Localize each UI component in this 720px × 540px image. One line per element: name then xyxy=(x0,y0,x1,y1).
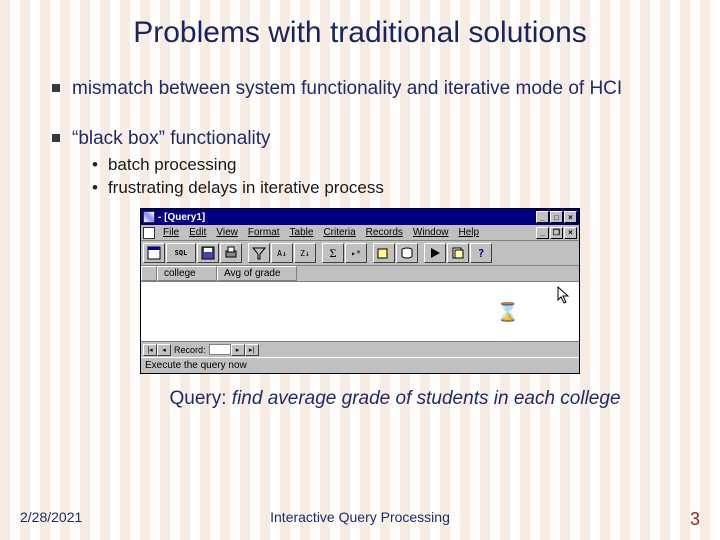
menu-criteria[interactable]: Criteria xyxy=(318,227,360,238)
view-button[interactable] xyxy=(143,243,165,263)
toolbar: SQL A↓ Z↓ Σ ▸* ✨ ? xyxy=(141,241,579,266)
menu-file[interactable]: File xyxy=(158,227,184,238)
save-button[interactable] xyxy=(197,243,219,263)
query-caption: Query: find average grade of students in… xyxy=(0,388,720,410)
bullet-1: mismatch between system functionality an… xyxy=(52,76,684,102)
sub-bullet-1: batch processing xyxy=(108,155,237,175)
sub-bullets: • batch processing • frustrating delays in… xyxy=(52,155,684,198)
query-label: Query: xyxy=(169,388,231,409)
svg-text:✨: ✨ xyxy=(387,246,391,254)
result-grid[interactable]: ⌛ xyxy=(141,282,579,342)
run-button[interactable] xyxy=(424,243,446,263)
footer-title: Interactive Query Processing xyxy=(270,509,450,525)
menu-records[interactable]: Records xyxy=(361,227,408,238)
footer-date: 2/28/2021 xyxy=(20,509,82,530)
new-record-button[interactable]: ▸* xyxy=(345,243,367,263)
cue-cards-button[interactable] xyxy=(447,243,469,263)
nav-prev-button[interactable]: ◂ xyxy=(157,344,171,356)
column-college[interactable]: college xyxy=(157,266,217,281)
record-navigator: |◂ ◂ Record: ▸ ▸| xyxy=(141,342,579,357)
sql-button[interactable]: SQL xyxy=(166,243,196,263)
filter-button[interactable] xyxy=(248,243,270,263)
mdi-restore-button[interactable]: ❐ xyxy=(550,227,563,239)
sub-bullet-2: frustrating delays in iterative process xyxy=(108,178,384,198)
document-icon xyxy=(143,227,155,239)
bullet-square-icon xyxy=(52,84,60,92)
slide-title: Problems with traditional solutions xyxy=(0,0,720,50)
footer-page-number: 3 xyxy=(690,509,700,530)
sort-desc-button[interactable]: Z↓ xyxy=(294,243,316,263)
database-button[interactable] xyxy=(396,243,418,263)
bullet-dot-icon: • xyxy=(92,155,98,175)
hourglass-icon: ⌛ xyxy=(497,302,519,323)
slide-footer: 2/28/2021 Interactive Query Processing 3 xyxy=(0,509,720,530)
row-selector-corner[interactable] xyxy=(141,266,157,281)
mdi-close-button[interactable]: × xyxy=(564,227,577,239)
new-query-button[interactable]: ✨ xyxy=(373,243,395,263)
menu-table[interactable]: Table xyxy=(285,227,319,238)
maximize-button[interactable]: □ xyxy=(550,211,563,223)
menu-window[interactable]: Window xyxy=(408,227,454,238)
print-button[interactable] xyxy=(220,243,242,263)
column-avg-grade[interactable]: Avg of grade xyxy=(217,266,297,281)
mouse-cursor-icon xyxy=(557,286,571,304)
menu-format[interactable]: Format xyxy=(243,227,285,238)
status-bar: Execute the query now xyxy=(141,357,579,373)
app-icon xyxy=(143,211,155,223)
query-text: find average grade of students in each c… xyxy=(232,388,621,409)
nav-next-button[interactable]: ▸ xyxy=(231,344,245,356)
bullet-list: mismatch between system functionality an… xyxy=(0,50,720,198)
sum-button[interactable]: Σ xyxy=(322,243,344,263)
window-titlebar: - [Query1] _ □ × xyxy=(141,209,579,225)
menu-edit[interactable]: Edit xyxy=(184,227,211,238)
minimize-button[interactable]: _ xyxy=(536,211,549,223)
help-button[interactable]: ? xyxy=(470,243,492,263)
bullet-2-text: “black box” functionality xyxy=(72,126,271,152)
menu-view[interactable]: View xyxy=(211,227,243,238)
close-button[interactable]: × xyxy=(564,211,577,223)
record-number-input[interactable] xyxy=(209,344,231,355)
sort-asc-button[interactable]: A↓ xyxy=(271,243,293,263)
bullet-2: “black box” functionality xyxy=(52,126,684,152)
nav-first-button[interactable]: |◂ xyxy=(143,344,157,356)
menu-help[interactable]: Help xyxy=(454,227,485,238)
bullet-dot-icon: • xyxy=(92,178,98,198)
bullet-1-text: mismatch between system functionality an… xyxy=(72,76,622,102)
column-headers: college Avg of grade xyxy=(141,266,579,282)
nav-last-button[interactable]: ▸| xyxy=(245,344,259,356)
mdi-minimize-button[interactable]: _ xyxy=(536,227,549,239)
bullet-square-icon xyxy=(52,134,60,142)
window-title: - [Query1] xyxy=(158,212,536,223)
menu-bar: File Edit View Format Table Criteria Rec… xyxy=(141,225,579,241)
database-query-window: - [Query1] _ □ × File Edit View Format T… xyxy=(140,208,580,374)
record-label: Record: xyxy=(171,345,209,355)
